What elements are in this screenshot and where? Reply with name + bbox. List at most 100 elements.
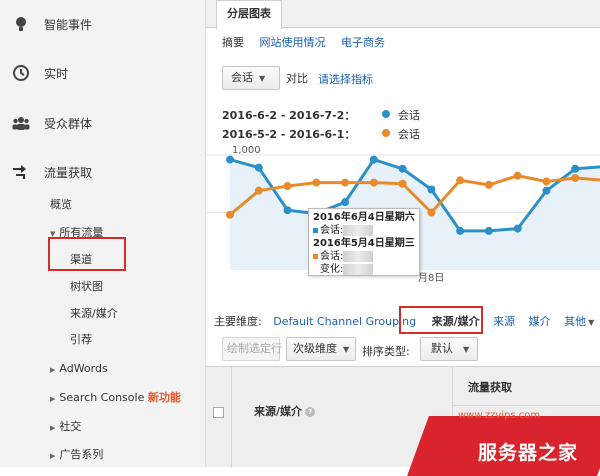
data-point-previous[interactable] (571, 174, 580, 182)
dimension-medium[interactable]: 媒介 (529, 315, 551, 328)
chevron-down-icon: ▼ (343, 345, 350, 354)
nav-realtime-label: 实时 (44, 66, 69, 81)
help-icon[interactable]: ? (305, 407, 316, 417)
nav-source-medium[interactable]: 来源/媒介 (70, 305, 118, 321)
blurred-value (343, 250, 374, 262)
nav-acquisition[interactable]: 流量获取 (0, 152, 206, 192)
nav-social-label: 社交 (59, 420, 82, 433)
nav-treemaps[interactable]: 树状图 (70, 278, 103, 294)
data-point-current[interactable] (427, 185, 436, 194)
data-point-current[interactable] (513, 224, 522, 233)
blurred-value (343, 263, 374, 275)
data-point-previous[interactable] (283, 182, 292, 191)
new-feature-badge: 新功能 (147, 391, 181, 404)
subtab-summary[interactable]: 摘要 (222, 36, 244, 49)
column-header-source-medium-label: 来源/媒介 (254, 405, 303, 418)
data-point-current[interactable] (456, 226, 465, 235)
tooltip-row-change: 变化: (313, 263, 415, 276)
legend-current-label: 会话 (398, 109, 420, 122)
watermark-url: www.zzvips.com (458, 410, 541, 421)
tooltip-date-previous: 2016年5月4日星期三 (313, 238, 415, 249)
data-point-current[interactable] (571, 164, 580, 173)
data-point-current[interactable] (226, 155, 234, 164)
nav-campaigns-label: 广告系列 (59, 448, 104, 461)
select-all-checkbox[interactable] (213, 407, 224, 418)
data-point-previous[interactable] (513, 171, 522, 180)
nav-search-console[interactable]: ▶ Search Console 新功能 (50, 389, 181, 405)
data-point-previous[interactable] (312, 178, 321, 187)
data-point-previous[interactable] (398, 179, 407, 188)
data-point-current[interactable] (254, 163, 263, 172)
data-point-current[interactable] (398, 164, 407, 173)
acquisition-arrows-icon (13, 165, 26, 179)
subtab-site-usage[interactable]: 网站使用情况 (260, 36, 326, 49)
dimension-default-grouping[interactable]: Default Channel Grouping (273, 315, 416, 328)
data-point-previous[interactable] (427, 208, 436, 217)
tooltip-change-label: 变化: (320, 264, 344, 275)
column-divider (231, 367, 232, 468)
y-tick-label: 1,000 (232, 145, 261, 156)
data-point-previous[interactable] (369, 178, 378, 187)
nav-search-console-label: Search Console (59, 391, 145, 404)
tooltip-previous-marker (313, 254, 318, 259)
nav-social[interactable]: ▶ 社交 (50, 418, 81, 434)
nav-overview[interactable]: 概览 (50, 196, 72, 212)
column-header-source-medium[interactable]: 来源/媒介? (254, 403, 316, 419)
data-point-current[interactable] (542, 186, 551, 195)
nav-campaigns[interactable]: ▶ 广告系列 (50, 446, 103, 462)
data-point-previous[interactable] (456, 176, 465, 185)
column-header-acquisition: 流量获取 (468, 381, 512, 394)
dimension-other[interactable]: 其他 ▼ (564, 315, 594, 328)
select-metric-link[interactable]: 请选择指标 (318, 71, 373, 87)
data-point-previous[interactable] (254, 186, 263, 195)
metric-dropdown[interactable]: 会话 ▼ (222, 66, 280, 90)
nav-adwords[interactable]: ▶ AdWords (50, 362, 108, 375)
sidebar: 智能事件 实时 受众群体 流量获取 概览 ▼ 所有流量 渠道 树状图 来源/媒介 … (0, 0, 206, 467)
nav-referrals[interactable]: 引荐 (70, 331, 92, 347)
secondary-dimension-label: 次级维度 (293, 342, 337, 355)
compare-label: 对比 (286, 72, 308, 85)
data-point-previous[interactable] (341, 178, 350, 187)
collapsed-triangle-icon: ▶ (50, 366, 56, 374)
chevron-down-icon: ▼ (463, 345, 470, 354)
data-point-previous[interactable] (542, 177, 551, 186)
sort-type-value: 默认 (431, 342, 453, 355)
people-icon (12, 117, 30, 130)
nav-intelligence-events-label: 智能事件 (44, 17, 93, 32)
collapsed-triangle-icon: ▶ (50, 395, 56, 403)
nav-audience[interactable]: 受众群体 (0, 103, 206, 143)
tooltip-current-marker (313, 228, 318, 233)
nav-audience-label: 受众群体 (44, 116, 93, 131)
sort-type-dropdown[interactable]: 默认 ▼ (420, 337, 478, 361)
data-point-current[interactable] (484, 226, 493, 235)
chevron-down-icon: ▼ (259, 74, 266, 83)
subtab-ecommerce[interactable]: 电子商务 (341, 36, 385, 49)
data-point-previous[interactable] (226, 210, 234, 219)
data-point-current[interactable] (283, 206, 292, 215)
tooltip-label-previous: 会话: (320, 251, 344, 262)
plot-rows-button[interactable]: 绘制选定行 (222, 337, 282, 361)
chevron-down-icon: ▼ (588, 318, 595, 327)
legend-previous-label: 会话 (398, 128, 420, 141)
highlight-box-channels (48, 237, 126, 271)
date-range-previous: 2016-5-2 - 2016-6-1： (222, 128, 356, 141)
tooltip-row-current: 会话: (313, 224, 415, 237)
dimension-other-label: 其他 (564, 315, 587, 328)
tooltip-label-current: 会话: (320, 225, 344, 236)
nav-adwords-label: AdWords (59, 362, 108, 375)
data-point-current[interactable] (341, 198, 350, 207)
legend-current-dot (382, 110, 390, 118)
data-point-current[interactable] (369, 155, 378, 164)
tab-strip: 分层图表 (206, 0, 600, 29)
main-panel: 分层图表 摘要 网站使用情况 电子商务 会话 ▼ 对比 请选择指标 2016-6-… (206, 0, 600, 468)
nav-realtime[interactable]: 实时 (0, 53, 206, 93)
sort-type-label: 排序类型: (362, 345, 410, 358)
nav-intelligence-events[interactable]: 智能事件 (0, 4, 206, 44)
tooltip-row-previous: 会话: (313, 250, 415, 263)
tab-explorer[interactable]: 分层图表 (216, 0, 282, 29)
secondary-dimension-dropdown[interactable]: 次级维度 ▼ (286, 337, 356, 361)
data-point-previous[interactable] (484, 180, 493, 189)
dimension-source[interactable]: 来源 (493, 315, 515, 328)
watermark-brand: 服务器之家 (478, 442, 579, 464)
nav-acquisition-label: 流量获取 (44, 165, 93, 180)
